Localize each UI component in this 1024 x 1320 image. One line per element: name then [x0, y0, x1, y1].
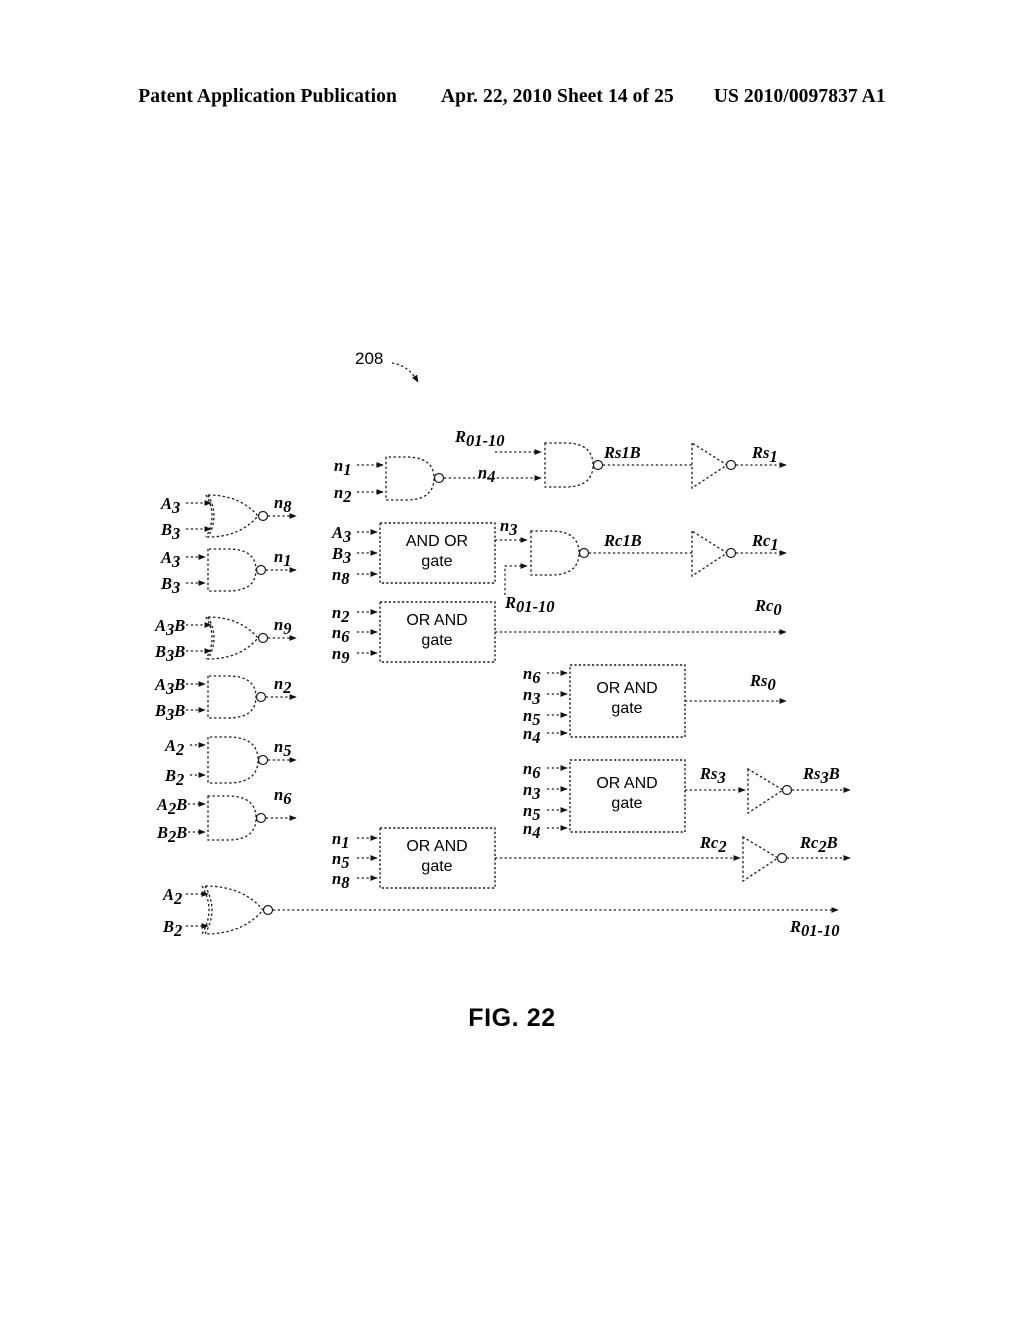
gate-nand-n2: A3B B3B n2: [154, 674, 297, 724]
label-n3-net: n3: [500, 516, 517, 539]
label-Rs1B: Rs1B: [603, 443, 641, 462]
and-or-gate-line1: AND OR: [406, 533, 468, 550]
label-B3B-in-nand-n2: B3B: [154, 701, 185, 724]
circuit-diagram: 208 A3 B3 n8 A3 B3 n1 A3B B3B n9 A3B B3B…: [154, 349, 851, 940]
gate-nand-n5: A2 B2 n5: [164, 736, 297, 789]
label-A2-in-nor-r0110: A2: [162, 885, 182, 908]
label-Rs3-net: Rs3: [699, 764, 726, 787]
label-n3-in-or-and-rs3: n3: [523, 780, 540, 803]
label-B2-in-nand-n5: B2: [164, 766, 184, 789]
reference-numeral-text: 208: [355, 349, 383, 368]
reference-numeral-208: 208: [355, 349, 419, 383]
label-n6-in-or-and-rc0: n6: [332, 623, 350, 646]
or-and-rc0-line1: OR AND: [406, 612, 467, 629]
block-or-and-gate-rs0: OR AND gate n6 n3 n5 n4 Rs0: [523, 664, 787, 747]
inverter-rs3b: Rs3B: [747, 764, 851, 815]
label-R0110-bottom: R01-10: [789, 917, 840, 940]
label-A2B-in-nand-n6: A2B: [156, 795, 187, 818]
and-or-gate-line2: gate: [421, 553, 452, 570]
label-A3B-in-nor-n9: A3B: [154, 616, 185, 639]
label-Rs0-out: Rs0: [749, 671, 776, 694]
or-and-rc2-line2: gate: [421, 858, 452, 875]
block-and-or-gate: AND OR gate A3 B3 n8 n3: [331, 516, 528, 588]
label-B3B-in-nor-n9: B3B: [154, 642, 185, 665]
label-Rs1-out: Rs1: [751, 443, 778, 466]
or-and-rc2-line1: OR AND: [406, 838, 467, 855]
label-A3-in-nor-n8: A3: [160, 494, 180, 517]
gate-nand-n1: A3 B3 n1: [160, 547, 297, 597]
or-and-rc0-line2: gate: [421, 632, 452, 649]
label-n6-in-or-and-rs3: n6: [523, 759, 541, 782]
label-B2-in-nor-r0110: B2: [162, 917, 182, 940]
label-Rc2B-out: Rc2B: [799, 833, 838, 856]
label-R0110-in-nand-rs1b: R01-10: [454, 427, 505, 450]
label-n3-in-or-and-rs0: n3: [523, 685, 540, 708]
label-n1-out: n1: [274, 547, 291, 570]
gate-nand-n4: n1 n2 n4: [334, 456, 542, 506]
gate-nor-n9: A3B B3B n9: [154, 615, 297, 665]
label-R0110-in-nand-rc1b: R01-10: [504, 593, 555, 616]
inverter-rs1: Rs1: [691, 441, 787, 490]
label-Rc1-out: Rc1: [751, 531, 779, 554]
or-and-rs3-line1: OR AND: [596, 775, 657, 792]
label-Rc1B: Rc1B: [603, 531, 642, 550]
gate-nand-n6: A2B B2B n6: [156, 785, 297, 846]
label-n8-in-and-or: n8: [332, 565, 349, 588]
or-and-rs0-line2: gate: [611, 700, 642, 717]
label-A3-in-and-or: A3: [331, 523, 351, 546]
or-and-rs0-line1: OR AND: [596, 680, 657, 697]
inverter-rc2b: Rc2B: [742, 833, 851, 883]
label-n6-in-or-and-rs0: n6: [523, 664, 541, 687]
label-Rc2-net: Rc2: [699, 833, 727, 856]
patent-page: Patent Application Publication Apr. 22, …: [0, 0, 1024, 1320]
label-B3-in-nand-n1: B3: [160, 574, 180, 597]
or-and-rs3-line2: gate: [611, 795, 642, 812]
gate-nor-n8: A3 B3 n8: [160, 493, 297, 543]
label-n9-out: n9: [274, 615, 291, 638]
label-B3-in-nor-n8: B3: [160, 520, 180, 543]
block-or-and-gate-rc0: OR AND gate n2 n6 n9 Rc0: [332, 596, 787, 667]
label-Rs3B-out: Rs3B: [802, 764, 840, 787]
inverter-rc1: Rc1: [691, 529, 787, 578]
label-A3-in-nand-n1: A3: [160, 548, 180, 571]
label-n4-in-or-and-rs3: n4: [523, 819, 540, 842]
label-n2-in-nand-n4: n2: [334, 483, 351, 506]
label-n8-in-or-and-rc2: n8: [332, 869, 349, 892]
label-B3-in-and-or: B3: [331, 544, 351, 567]
label-n2-out: n2: [274, 674, 291, 697]
gate-nand-rc1b: R01-10 Rc1B: [504, 530, 692, 616]
label-n4-in-or-and-rs0: n4: [523, 724, 540, 747]
label-n8-out: n8: [274, 493, 291, 516]
label-n6-out: n6: [274, 785, 292, 808]
label-A2-in-nand-n5: A2: [164, 736, 184, 759]
label-Rc0-out: Rc0: [754, 596, 782, 619]
label-n9-in-or-and-rc0: n9: [332, 644, 349, 667]
gate-nor-r0110: A2 B2 R01-10: [162, 885, 840, 940]
label-n1-in-nand-n4: n1: [334, 456, 351, 479]
block-or-and-gate-rs3: OR AND gate n6 n3 n5 n4 Rs3: [523, 759, 746, 842]
label-n5-out: n5: [274, 737, 291, 760]
label-B2B-in-nand-n6: B2B: [156, 823, 187, 846]
label-A3B-in-nand-n2: A3B: [154, 675, 185, 698]
label-n4-net: n4: [478, 463, 495, 486]
